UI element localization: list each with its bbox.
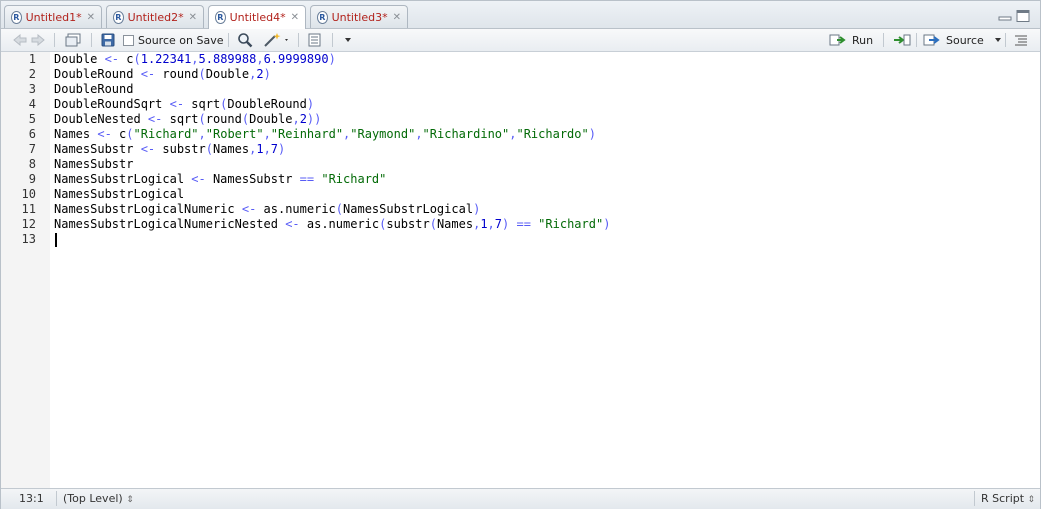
run-label: Run: [852, 33, 874, 47]
r-file-icon: R: [11, 10, 22, 24]
tab-label: Untitled3*: [331, 10, 388, 24]
line-number: 5: [28, 112, 36, 126]
updown-icon: ⇕: [1027, 495, 1036, 505]
r-file-icon: R: [317, 10, 328, 24]
line-number: 2: [28, 67, 36, 81]
line-number: 7: [28, 142, 36, 156]
line-number: 4: [28, 97, 36, 111]
search-icon[interactable]: [237, 32, 253, 48]
tab-untitled2[interactable]: R Untitled2* ✕: [106, 5, 204, 28]
close-icon[interactable]: ✕: [291, 12, 299, 23]
updown-icon: ⇕: [126, 495, 134, 505]
tab-untitled1[interactable]: R Untitled1* ✕: [4, 5, 102, 28]
close-icon[interactable]: ✕: [393, 12, 401, 23]
code-line[interactable]: NamesSubstrLogical <- NamesSubstr == "Ri…: [54, 172, 386, 187]
more-dropdown[interactable]: [344, 32, 352, 48]
forward-arrow-icon[interactable]: [31, 32, 45, 48]
line-number-gutter: 1 2 3 4 5 6 7 8 9 10 11 12 13: [1, 52, 50, 488]
scope-selector[interactable]: (Top Level) ⇕: [63, 492, 134, 505]
chevron-down-icon[interactable]: [994, 37, 1002, 43]
code-line[interactable]: DoubleRound <- round(Double,2): [54, 67, 271, 82]
source-on-save-checkbox[interactable]: Source on Save: [123, 32, 223, 48]
scope-label: (Top Level): [63, 492, 123, 505]
code-line[interactable]: DoubleRoundSqrt <- sqrt(DoubleRound): [54, 97, 314, 112]
line-number: 9: [28, 172, 36, 186]
language-label: R Script: [981, 492, 1025, 505]
source-label: Source: [946, 33, 984, 47]
source-on-save-label: Source on Save: [138, 33, 224, 47]
checkbox-box[interactable]: [123, 34, 134, 46]
code-line[interactable]: NamesSubstrLogicalNumericNested <- as.nu…: [54, 217, 610, 232]
line-number: 11: [21, 202, 36, 216]
compile-notebook-icon[interactable]: [307, 32, 323, 48]
run-icon: [829, 34, 846, 46]
line-number: 10: [21, 187, 36, 201]
tab-label: Untitled4*: [229, 11, 286, 24]
minimize-icon[interactable]: [998, 10, 1012, 25]
show-in-window-icon[interactable]: [65, 32, 81, 48]
close-icon[interactable]: ✕: [189, 12, 197, 23]
code-line[interactable]: NamesSubstr <- substr(Names,1,7): [54, 142, 285, 157]
code-line[interactable]: DoubleRound: [54, 82, 133, 97]
tab-label: Untitled2*: [127, 10, 184, 24]
rerun-icon[interactable]: [892, 32, 912, 48]
tab-label: Untitled1*: [25, 10, 82, 24]
line-number: 8: [28, 157, 36, 171]
text-cursor: [55, 233, 57, 247]
line-number: 6: [28, 127, 36, 141]
editor-window: R Untitled1* ✕ R Untitled2* ✕ R Untitled…: [0, 0, 1041, 509]
status-bar: 13:1 (Top Level) ⇕ R Script ⇕: [1, 488, 1040, 509]
tab-bar: R Untitled1* ✕ R Untitled2* ✕ R Untitled…: [1, 1, 1040, 29]
line-number: 12: [21, 217, 36, 231]
language-selector[interactable]: R Script ⇕: [981, 492, 1035, 505]
code-editor[interactable]: Double <- c(1.22341,5.889988,6.9999890) …: [50, 52, 1040, 488]
maximize-icon[interactable]: [1016, 10, 1030, 25]
editor-toolbar: Source on Save Run Source: [1, 29, 1040, 52]
tab-untitled3[interactable]: R Untitled3* ✕: [310, 5, 408, 28]
save-icon[interactable]: [101, 32, 115, 48]
code-line[interactable]: NamesSubstrLogical: [54, 187, 184, 202]
code-line[interactable]: NamesSubstr: [54, 157, 133, 172]
source-button[interactable]: Source: [923, 32, 1002, 48]
code-line[interactable]: DoubleNested <- sqrt(round(Double,2)): [54, 112, 321, 127]
code-line[interactable]: Double <- c(1.22341,5.889988,6.9999890): [54, 52, 336, 67]
magic-wand-icon[interactable]: [263, 32, 291, 48]
line-number: 13: [21, 232, 36, 246]
line-number: 3: [28, 82, 36, 96]
outline-icon[interactable]: [1014, 32, 1028, 48]
source-icon: [923, 34, 940, 46]
r-file-icon: R: [113, 10, 124, 24]
r-file-icon: R: [215, 11, 226, 24]
tab-untitled4[interactable]: R Untitled4* ✕: [208, 5, 306, 29]
cursor-position: 13:1: [19, 492, 44, 505]
code-line[interactable]: NamesSubstrLogicalNumeric <- as.numeric(…: [54, 202, 480, 217]
run-button[interactable]: Run: [829, 32, 873, 48]
back-arrow-icon[interactable]: [13, 32, 27, 48]
code-line[interactable]: Names <- c("Richard","Robert","Reinhard"…: [54, 127, 596, 142]
line-number: 1: [28, 52, 36, 66]
close-icon[interactable]: ✕: [87, 12, 95, 23]
